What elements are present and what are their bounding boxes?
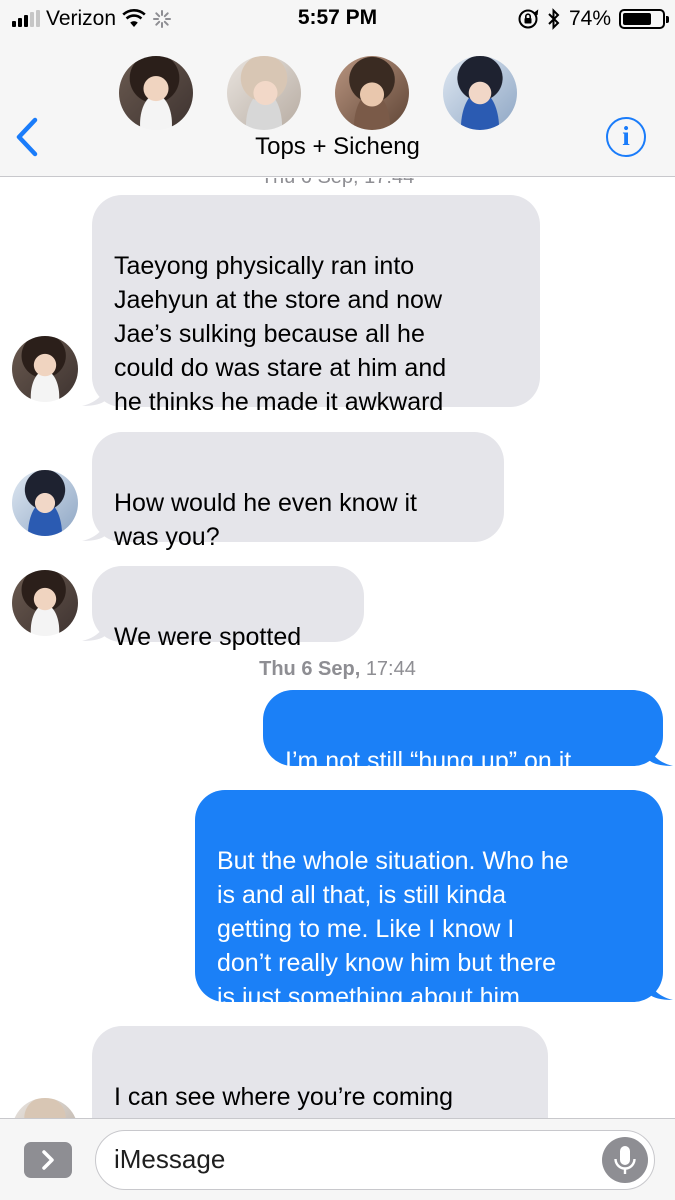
info-button[interactable]: i [606, 117, 646, 157]
conversation-title[interactable]: Tops + Sicheng [0, 133, 675, 161]
rotation-lock-icon [518, 9, 539, 29]
sender-avatar[interactable] [12, 1098, 78, 1118]
message-bubble-outgoing[interactable]: But the whole situation. Who he is and a… [195, 790, 663, 1011]
message-text: But the whole situation. Who he is and a… [217, 847, 569, 1011]
message-text: I can see where you’re coming from Jae b… [114, 1083, 454, 1118]
sender-avatar[interactable] [12, 570, 78, 636]
battery-percent: 74% [568, 7, 611, 30]
bluetooth-icon [548, 8, 560, 30]
message-text: How would he even know it was you? [114, 489, 417, 551]
message-list[interactable]: Thu 6 Sep, 17:44 Taeyong physically ran … [0, 178, 675, 1118]
message-text: We were spotted [114, 623, 302, 651]
sender-avatar[interactable] [12, 470, 78, 536]
battery-icon [619, 9, 669, 29]
status-bar: Verizon 5:57 PM 74% [0, 0, 675, 40]
avatar-4[interactable] [443, 56, 517, 130]
avatar-1[interactable] [119, 56, 193, 130]
conversation-header: Tops + Sicheng i [0, 40, 675, 177]
message-bubble-incoming[interactable]: Taeyong physically ran into Jaehyun at t… [92, 195, 540, 416]
compose-bar [0, 1118, 675, 1200]
participant-avatars[interactable] [0, 56, 675, 132]
microphone-icon [614, 1146, 636, 1174]
message-input[interactable] [114, 1131, 594, 1188]
timestamp-partial: Thu 6 Sep, 17:44 [0, 178, 675, 189]
app-drawer-button[interactable] [24, 1142, 72, 1178]
message-bubble-incoming[interactable]: How would he even know it was you? [92, 432, 504, 551]
timestamp: Thu 6 Sep, 17:44 [259, 658, 416, 680]
chevron-right-icon [42, 1150, 54, 1170]
microphone-button[interactable] [602, 1137, 648, 1183]
battery-fill [623, 13, 652, 25]
message-bubble-outgoing[interactable]: I’m not still “hung up” on it [263, 690, 663, 775]
message-text: I’m not still “hung up” on it [285, 747, 572, 775]
sender-avatar[interactable] [12, 336, 78, 402]
message-bubble-incoming[interactable]: We were spotted [92, 566, 364, 651]
avatar-3[interactable] [335, 56, 409, 130]
message-text: Taeyong physically ran into Jaehyun at t… [114, 252, 447, 416]
message-bubble-incoming[interactable]: I can see where you’re coming from Jae b… [92, 1026, 548, 1118]
info-icon: i [622, 121, 630, 151]
status-right: 74% [517, 6, 669, 32]
avatar-2[interactable] [227, 56, 301, 130]
message-field[interactable] [95, 1130, 655, 1190]
